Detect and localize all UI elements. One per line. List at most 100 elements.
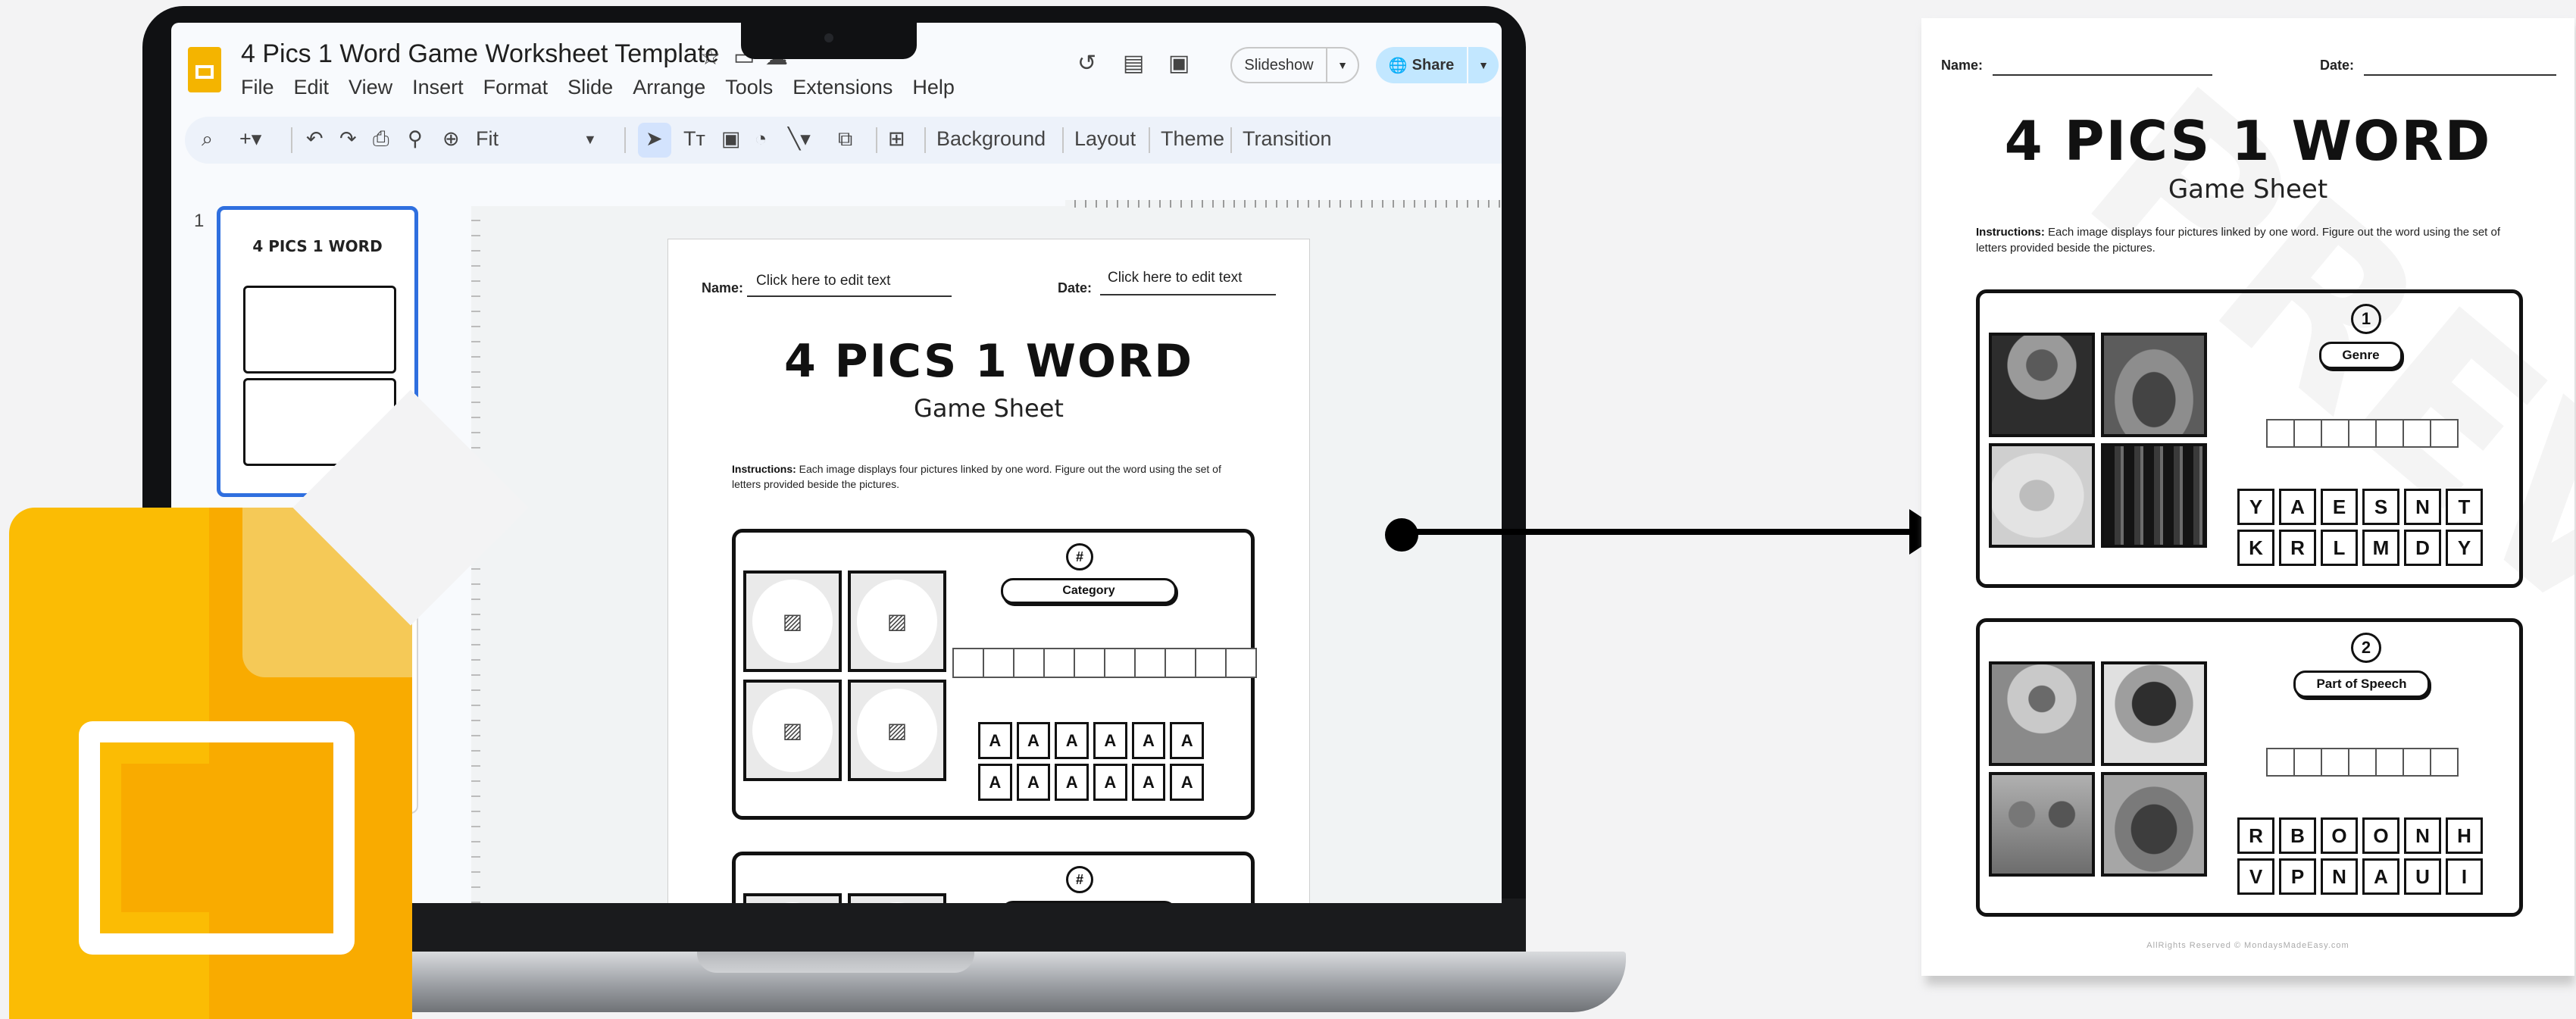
share-button[interactable]: 🌐 Share — [1376, 47, 1467, 83]
letter-tile[interactable]: A — [1131, 764, 1166, 801]
puzzle-number: 1 — [2351, 304, 2381, 334]
image-placeholder[interactable]: ▨ — [848, 570, 946, 672]
slide-page[interactable]: Name: Click here to edit text Date: Clic… — [668, 239, 1309, 903]
letter-tile: B — [2279, 817, 2316, 854]
toolbar-divider — [1230, 127, 1232, 153]
star-icon[interactable]: ☆ — [700, 44, 721, 70]
menu-extensions[interactable]: Extensions — [792, 76, 893, 99]
name-line — [1993, 59, 2212, 76]
menu-tools[interactable]: Tools — [725, 76, 773, 99]
menu-edit[interactable]: Edit — [294, 76, 330, 99]
name-placeholder[interactable]: Click here to edit text — [756, 273, 890, 289]
menu-arrange[interactable]: Arrange — [633, 76, 705, 99]
video-icon[interactable]: ⧉ — [838, 127, 852, 152]
worksheet-title: 4 PICS 1 WORD — [2004, 109, 2492, 173]
menu-slide[interactable]: Slide — [567, 76, 613, 99]
redo-icon[interactable]: ↷ — [339, 127, 357, 151]
image-icon: ▨ — [886, 718, 908, 742]
footer-copyright: AllRights Reserved © MondaysMadeEasy.com — [2146, 941, 2349, 950]
menu-view[interactable]: View — [349, 76, 392, 99]
add-comment-icon[interactable]: ⊞ — [888, 127, 905, 151]
letter-tile: R — [2279, 530, 2316, 566]
letter-tiles[interactable]: AAAAAA AAAAAA — [978, 722, 1204, 801]
puzzle-card[interactable]: # Category — [732, 852, 1255, 903]
search-menus-icon[interactable]: ⌕ — [202, 127, 213, 152]
letter-tile: N — [2404, 489, 2441, 525]
letter-tile: A — [2362, 858, 2399, 895]
toolbar-divider — [876, 127, 877, 153]
print-icon[interactable]: ⎙ — [373, 127, 389, 152]
letter-tile: D — [2404, 530, 2441, 566]
transition-button[interactable]: Transition — [1243, 127, 1332, 151]
image-placeholder[interactable]: ▨ — [743, 680, 842, 781]
answer-boxes[interactable] — [952, 648, 1257, 678]
letter-tile[interactable]: A — [1093, 764, 1127, 801]
letter-tile: P — [2279, 858, 2316, 895]
comments-icon[interactable]: ▤ — [1123, 50, 1144, 77]
share-dropdown-icon[interactable]: ▼ — [1468, 47, 1499, 83]
menu-help[interactable]: Help — [912, 76, 955, 99]
letter-tile: N — [2321, 858, 2358, 895]
slides-app-icon[interactable] — [188, 47, 221, 92]
laptop-base-lip — [697, 952, 974, 973]
select-cursor-icon[interactable]: ➤ — [646, 127, 663, 151]
letter-tile[interactable]: A — [1016, 722, 1051, 759]
puzzle-number[interactable]: # — [1066, 866, 1093, 893]
category-pill[interactable]: Category — [1001, 578, 1177, 604]
insert-image-icon[interactable]: ▣ — [721, 127, 741, 151]
new-slide-icon[interactable]: +▾ — [239, 127, 261, 151]
toolbar-divider — [291, 127, 292, 153]
layout-button[interactable]: Layout — [1074, 127, 1136, 151]
letter-tile[interactable]: A — [1093, 722, 1127, 759]
puzzle-1-image-1 — [1989, 333, 2095, 437]
zoom-icon[interactable]: ⊕ — [442, 127, 460, 151]
document-title[interactable]: 4 Pics 1 Word Game Worksheet Template — [241, 39, 719, 69]
line-icon[interactable]: ╲▾ — [788, 127, 811, 151]
image-placeholder[interactable]: ▨ — [743, 570, 842, 672]
letter-tile: N — [2404, 817, 2441, 854]
arrow-start-dot — [1385, 518, 1418, 552]
date-label: Date: — [1058, 280, 1093, 295]
background-button[interactable]: Background — [936, 127, 1046, 151]
camera-icon — [824, 33, 833, 42]
theme-button[interactable]: Theme — [1161, 127, 1224, 151]
zoom-dropdown-icon[interactable]: ▼ — [583, 132, 597, 148]
instructions-text: Each image displays four pictures linked… — [1976, 226, 2501, 255]
letter-tile[interactable]: A — [1170, 722, 1204, 759]
menu-insert[interactable]: Insert — [412, 76, 464, 99]
paint-format-icon[interactable]: ⚲ — [408, 127, 423, 151]
letter-tile: K — [2237, 530, 2274, 566]
version-history-icon[interactable]: ↺ — [1077, 50, 1096, 77]
toolbar-divider — [1149, 127, 1150, 153]
letter-tile: O — [2321, 817, 2358, 854]
image-placeholder[interactable] — [848, 893, 946, 903]
shape-icon[interactable]: ◔ — [755, 127, 767, 151]
slideshow-dropdown-icon[interactable]: ▼ — [1326, 47, 1359, 83]
meet-icon[interactable]: ▣ — [1168, 50, 1190, 77]
category-pill[interactable]: Category — [1001, 901, 1177, 903]
image-icon: ▨ — [782, 609, 803, 633]
menu-format[interactable]: Format — [483, 76, 549, 99]
menu-file[interactable]: File — [241, 76, 274, 99]
worksheet-preview: PREVIEW Name: Date: 4 PICS 1 WORD Game S… — [1921, 18, 2574, 976]
zoom-select[interactable]: Fit — [476, 127, 499, 151]
letter-tile[interactable]: A — [1131, 722, 1166, 759]
date-label: Date: — [2320, 58, 2355, 73]
slideshow-button[interactable]: Slideshow — [1230, 47, 1327, 83]
image-placeholder[interactable]: ▨ — [848, 680, 946, 781]
puzzle-card[interactable]: ▨ ▨ ▨ ▨ # Category AAAAAA AAAAAA — [732, 529, 1257, 820]
arrow-line — [1402, 529, 1917, 535]
letter-tiles: Y A E S N T K R L M D Y — [2237, 489, 2483, 566]
letter-tile[interactable]: A — [978, 722, 1012, 759]
image-placeholder[interactable] — [743, 893, 842, 903]
letter-tile[interactable]: A — [1170, 764, 1204, 801]
puzzle-number[interactable]: # — [1066, 543, 1093, 570]
letter-tile[interactable]: A — [978, 764, 1012, 801]
letter-tile[interactable]: A — [1055, 764, 1089, 801]
letter-tile: V — [2237, 858, 2274, 895]
date-placeholder[interactable]: Click here to edit text — [1108, 270, 1242, 286]
letter-tile[interactable]: A — [1055, 722, 1089, 759]
letter-tile[interactable]: A — [1016, 764, 1051, 801]
undo-icon[interactable]: ↶ — [306, 127, 324, 151]
text-box-icon[interactable]: Tт — [683, 127, 705, 151]
